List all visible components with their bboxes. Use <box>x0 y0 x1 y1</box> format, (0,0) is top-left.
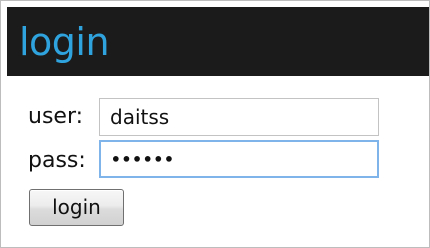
pass-label: pass: <box>28 148 86 173</box>
password-input[interactable] <box>99 140 379 178</box>
login-panel: login user: pass: login <box>0 0 430 248</box>
page-title: login <box>19 20 110 64</box>
login-button[interactable]: login <box>29 189 124 226</box>
user-label: user: <box>28 104 84 129</box>
user-input[interactable] <box>99 98 379 136</box>
login-header: login <box>7 7 429 76</box>
